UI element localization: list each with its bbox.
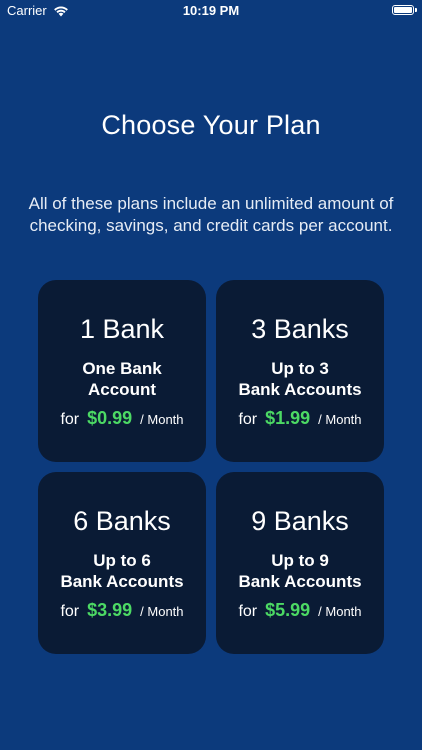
battery-level <box>394 7 412 13</box>
battery-icon <box>392 5 417 15</box>
plan-description-line: Bank Accounts <box>238 572 362 591</box>
plan-name: 3 Banks <box>251 314 349 344</box>
plan-description: One Bank Account <box>38 358 206 400</box>
plan-grid: 1 Bank One Bank Account for $0.99 / Mont… <box>38 280 384 654</box>
price-period: / Month <box>318 412 362 427</box>
plan-card-1-bank[interactable]: 1 Bank One Bank Account for $0.99 / Mont… <box>38 280 206 462</box>
plans-description: All of these plans include an unlimited … <box>28 194 394 235</box>
plan-description-line: Up to 9 <box>271 551 329 570</box>
plan-price: $3.99 <box>87 600 133 620</box>
price-period: / Month <box>140 604 184 619</box>
plan-description-line: Bank Accounts <box>60 572 184 591</box>
page-title: Choose Your Plan <box>101 110 321 140</box>
plan-description: Up to 6 Bank Accounts <box>38 550 206 592</box>
plan-description-line: Bank Accounts <box>238 380 362 399</box>
plan-description-line: Up to 3 <box>271 359 329 378</box>
price-for-label: for <box>238 411 258 428</box>
plan-price: $0.99 <box>87 408 133 428</box>
plan-name: 6 Banks <box>73 506 171 536</box>
price-for-label: for <box>238 603 258 620</box>
status-time: 10:19 PM <box>182 3 240 18</box>
plan-card-6-banks[interactable]: 6 Banks Up to 6 Bank Accounts for $3.99 … <box>38 472 206 654</box>
plan-card-3-banks[interactable]: 3 Banks Up to 3 Bank Accounts for $1.99 … <box>216 280 384 462</box>
plan-price-row: for $1.99 / Month <box>216 408 384 429</box>
plan-description-line: One Bank <box>82 359 162 378</box>
plan-price-row: for $0.99 / Month <box>38 408 206 429</box>
plan-price: $5.99 <box>265 600 311 620</box>
plan-description: Up to 9 Bank Accounts <box>216 550 384 592</box>
price-for-label: for <box>60 603 80 620</box>
status-bar: Carrier 10:19 PM <box>0 0 422 22</box>
plan-description-line: Up to 6 <box>93 551 151 570</box>
plan-price: $1.99 <box>265 408 311 428</box>
plan-name: 9 Banks <box>251 506 349 536</box>
price-for-label: for <box>60 411 80 428</box>
plan-description-line: Account <box>88 380 156 399</box>
plan-description: Up to 3 Bank Accounts <box>216 358 384 400</box>
plan-price-row: for $5.99 / Month <box>216 600 384 621</box>
plan-card-9-banks[interactable]: 9 Banks Up to 9 Bank Accounts for $5.99 … <box>216 472 384 654</box>
price-period: / Month <box>318 604 362 619</box>
price-period: / Month <box>140 412 184 427</box>
plan-price-row: for $3.99 / Month <box>38 600 206 621</box>
plan-name: 1 Bank <box>79 314 165 344</box>
